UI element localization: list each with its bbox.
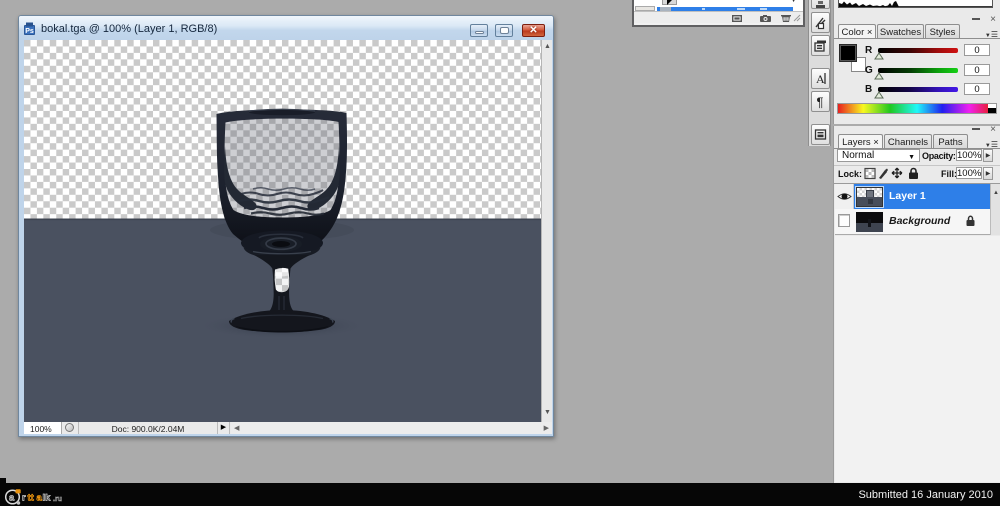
svg-text:Ps: Ps	[25, 28, 34, 35]
svg-text:a: a	[9, 493, 15, 504]
svg-text:¶: ¶	[817, 94, 824, 109]
svg-text:.ru: .ru	[53, 496, 62, 503]
svg-text:lk: lk	[43, 493, 52, 504]
svg-text:A: A	[816, 72, 825, 86]
svg-text:r: r	[22, 493, 26, 504]
svg-text:tt: tt	[28, 493, 35, 504]
